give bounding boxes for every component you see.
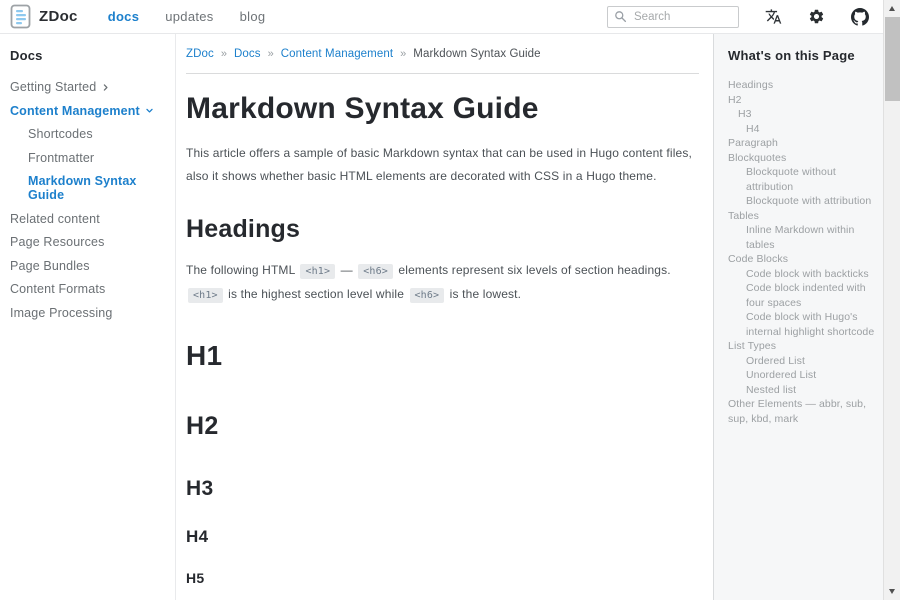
toc-item-h3[interactable]: H3	[728, 107, 879, 122]
sample-heading-h2: H2	[186, 413, 699, 441]
inline-code: <h1>	[188, 288, 223, 303]
toc-item-code-block-with-backticks[interactable]: Code block with backticks	[728, 267, 879, 282]
github-icon[interactable]	[851, 8, 869, 26]
chevron-down-icon	[145, 106, 154, 115]
breadcrumb-markdown-syntax-guide: Markdown Syntax Guide	[413, 48, 540, 60]
settings-gear-icon[interactable]	[808, 8, 825, 25]
search-input[interactable]	[632, 10, 732, 24]
breadcrumb-divider	[186, 73, 699, 74]
sample-heading-h5: H5	[186, 571, 699, 586]
article-main: ZDoc » Docs » Content Management » Markdown Sy…	[176, 34, 713, 600]
main-column: ZDoc docs updates blog	[0, 0, 883, 600]
toc-item-h4[interactable]: H4	[728, 122, 879, 137]
breadcrumb-separator: »	[221, 48, 227, 60]
toc-item-nested-list[interactable]: Nested list	[728, 383, 879, 398]
page-title: Markdown Syntax Guide	[186, 92, 699, 126]
sidebar-item-label: Getting Started	[10, 80, 96, 94]
sidebar-nav: Getting Started Content Management Shortco…	[10, 80, 167, 320]
breadcrumb-separator: »	[400, 48, 406, 60]
toc-item-blockquote-with-attribution[interactable]: Blockquote with attribution	[728, 194, 879, 209]
sidebar-item-label: Page Resources	[10, 235, 105, 249]
toc-item-unordered-list[interactable]: Unordered List	[728, 368, 879, 383]
zdoc-app: ZDoc docs updates blog	[0, 0, 900, 600]
toc-item-ordered-list[interactable]: Ordered List	[728, 354, 879, 369]
toc-item-h2[interactable]: H2	[728, 93, 879, 108]
sidebar-item-related-content[interactable]: Related content	[10, 212, 167, 226]
toc-nav: HeadingsH2H3H4ParagraphBlockquotesBlockq…	[728, 78, 879, 426]
heading-samples: H1H2H3H4H5H6	[186, 341, 699, 600]
toc-item-paragraph[interactable]: Paragraph	[728, 136, 879, 151]
main-nav: docs updates blog	[108, 9, 266, 24]
toc-panel: What's on this Page HeadingsH2H3H4Paragr…	[713, 34, 883, 600]
inline-code: <h6>	[358, 264, 393, 279]
toc-item-inline-markdown-within-tables[interactable]: Inline Markdown within tables	[728, 223, 879, 252]
toc-item-code-block-indented-with-four-spaces[interactable]: Code block indented with four spaces	[728, 281, 879, 310]
sidebar-item-page-bundles[interactable]: Page Bundles	[10, 259, 167, 273]
sidebar-item-markdown-syntax-guide[interactable]: Markdown Syntax Guide	[10, 174, 167, 202]
sidebar-item-image-processing[interactable]: Image Processing	[10, 306, 167, 320]
toc-item-tables[interactable]: Tables	[728, 209, 879, 224]
section-heading-headings: Headings	[186, 215, 699, 244]
sidebar-item-shortcodes[interactable]: Shortcodes	[10, 127, 167, 141]
breadcrumb-zdoc[interactable]: ZDoc	[186, 48, 214, 60]
sidebar-item-frontmatter[interactable]: Frontmatter	[10, 151, 167, 165]
header-actions	[607, 6, 869, 28]
toc-item-blockquote-without-attribution[interactable]: Blockquote without attribution	[728, 165, 879, 194]
toc-item-blockquotes[interactable]: Blockquotes	[728, 151, 879, 166]
toc-item-code-block-with-hugo-s-internal-highlight-shortcode[interactable]: Code block with Hugo's internal highligh…	[728, 310, 879, 339]
sidebar-item-label: Image Processing	[10, 306, 112, 320]
inline-code: <h6>	[410, 288, 445, 303]
scrollbar-thumb[interactable]	[885, 17, 900, 101]
sidebar-title: Docs	[10, 48, 167, 63]
sidebar-item-label: Content Management	[10, 104, 140, 118]
sample-heading-h1: H1	[186, 341, 699, 372]
breadcrumb-content-management[interactable]: Content Management	[281, 48, 393, 60]
translate-icon[interactable]	[765, 8, 782, 25]
inline-code: <h1>	[300, 264, 335, 279]
sidebar-item-page-resources[interactable]: Page Resources	[10, 235, 167, 249]
page-scrollbar[interactable]	[883, 0, 900, 600]
breadcrumb-separator: »	[268, 48, 274, 60]
sidebar-item-label: Frontmatter	[28, 151, 94, 165]
breadcrumb: ZDoc » Docs » Content Management » Markdown Sy…	[186, 44, 699, 73]
sidebar-item-label: Related content	[10, 212, 100, 226]
content-row: Docs Getting Started Content Management Sh…	[0, 34, 883, 600]
toc-title: What's on this Page	[728, 48, 879, 63]
brand-title[interactable]: ZDoc	[39, 8, 78, 25]
sample-heading-h3: H3	[186, 477, 699, 500]
scrollbar-up-arrow-icon[interactable]	[884, 1, 900, 16]
docs-sidebar: Docs Getting Started Content Management Sh…	[0, 34, 176, 600]
toc-item-headings[interactable]: Headings	[728, 78, 879, 93]
toc-item-list-types[interactable]: List Types	[728, 339, 879, 354]
sidebar-item-content-management[interactable]: Content Management	[10, 104, 167, 118]
top-navbar: ZDoc docs updates blog	[0, 0, 883, 34]
intro-paragraph: This article offers a sample of basic Ma…	[186, 142, 699, 188]
nav-link-updates[interactable]: updates	[165, 9, 213, 24]
brand[interactable]: ZDoc	[10, 4, 78, 29]
zdoc-logo-icon	[10, 4, 31, 29]
search-icon	[614, 10, 627, 23]
breadcrumb-docs[interactable]: Docs	[234, 48, 261, 60]
chevron-right-icon	[101, 83, 110, 92]
scrollbar-down-arrow-icon[interactable]	[884, 584, 900, 599]
sidebar-item-content-formats[interactable]: Content Formats	[10, 282, 167, 296]
toc-item-other-elements-abbr-sub-sup-kbd-mark[interactable]: Other Elements — abbr, sub, sup, kbd, ma…	[728, 397, 879, 426]
sidebar-item-label: Page Bundles	[10, 259, 90, 273]
sidebar-item-label: Shortcodes	[28, 127, 93, 141]
sample-heading-h4: H4	[186, 528, 699, 547]
nav-link-blog[interactable]: blog	[240, 9, 266, 24]
sidebar-item-getting-started[interactable]: Getting Started	[10, 80, 167, 94]
nav-link-docs[interactable]: docs	[108, 9, 140, 24]
headings-paragraph: The following HTML <h1> — <h6> elements …	[186, 259, 699, 307]
sidebar-item-label: Content Formats	[10, 282, 105, 296]
search-box[interactable]	[607, 6, 739, 28]
sidebar-item-label: Markdown Syntax Guide	[28, 174, 167, 202]
toc-item-code-blocks[interactable]: Code Blocks	[728, 252, 879, 267]
